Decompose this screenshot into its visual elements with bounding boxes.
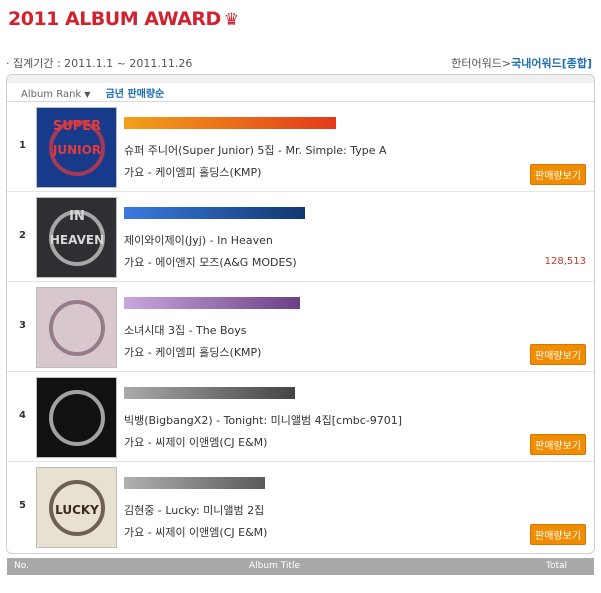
album-cover-art: IN HEAVEN [37,198,116,277]
album-rank-number: 2 [19,230,26,241]
album-title-link[interactable]: 소녀시대 3집 - The Boys [124,322,247,338]
footer-album-title: Album Title [249,561,300,571]
album-genre-label: 가요 - 씨제이 이앤엠(CJ E&M) [124,436,268,449]
album-title-link[interactable]: 슈퍼 주니어(Super Junior) 5집 - Mr. Simple: Ty… [124,142,387,158]
view-sales-button[interactable]: 판매량보기 [530,344,586,365]
view-sales-button[interactable]: 판매량보기 [530,434,586,455]
svg-text:IN: IN [69,209,85,224]
album-title-link[interactable]: 김현중 - Lucky: 미니앨범 2집 [124,502,264,518]
album-list: 1 SUPER JUNIOR 슈퍼 주니어(Super Junior) 5집 -… [7,101,594,551]
footer-total: Total [546,561,568,571]
rank-dropdown-label[interactable]: Album Rank [21,89,81,100]
album-cover-art [37,288,116,367]
sales-bar [124,477,265,489]
sort-option[interactable]: 금년 판매량순 [106,89,165,100]
svg-text:SUPER: SUPER [53,119,101,134]
album-cover-art: SUPER JUNIOR [37,108,116,187]
breadcrumb-current[interactable]: 국내어워드[종합] [511,57,592,70]
svg-text:HEAVEN: HEAVEN [50,233,104,247]
view-sales-button[interactable]: 판매량보기 [530,164,586,185]
footer-no: No. [14,561,29,571]
rank-selector: Album Rank ▼ 금년 판매량순 [21,85,164,100]
sales-bar [124,207,305,219]
album-cover-image[interactable]: SUPER JUNIOR [36,107,117,188]
crown-icon: ♛ [223,10,239,30]
sales-bar [124,117,336,129]
album-row: 2 IN HEAVEN 제이와이제이(Jyj) - In Heaven 가요 -… [7,192,594,282]
album-cover-image[interactable] [36,287,117,368]
view-sales-button[interactable]: 판매량보기 [530,524,586,545]
svg-text:LUCKY: LUCKY [55,503,99,517]
award-title: 2011 ALBUM AWARD ♛ [8,8,239,30]
breadcrumb-separator: > [501,57,512,70]
sales-bar [124,387,295,399]
album-rank-number: 5 [19,500,26,511]
album-cover-art [37,378,116,457]
album-rank-number: 4 [19,410,26,421]
table-footer-header: No. Album Title Total [7,558,594,575]
sales-bar [124,297,300,309]
album-rank-number: 1 [19,140,26,151]
sales-total: 128,513 [544,256,586,267]
album-cover-image[interactable]: LUCKY [36,467,117,548]
period-text: · 집계기간 : 2011.1.1 ~ 2011.11.26 [6,57,193,70]
breadcrumb: 한터어워드>국내어워드[종합] [451,55,592,71]
album-row: 5 LUCKY 김현중 - Lucky: 미니앨범 2집 가요 - 씨제이 이앤… [7,462,594,551]
dropdown-arrow-icon[interactable]: ▼ [84,90,90,99]
album-cover-art: LUCKY [37,468,116,547]
award-title-text: 2011 ALBUM AWARD [8,8,221,30]
album-cover-image[interactable]: IN HEAVEN [36,197,117,278]
breadcrumb-parent[interactable]: 한터어워드 [451,57,502,70]
album-title-link[interactable]: 빅뱅(BigbangX2) - Tonight: 미니앨범 4집[cmbc-97… [124,412,402,428]
album-row: 4 빅뱅(BigbangX2) - Tonight: 미니앨범 4집[cmbc-… [7,372,594,462]
album-cover-image[interactable] [36,377,117,458]
album-genre-label: 가요 - 케이엠피 홀딩스(KMP) [124,346,262,359]
album-row: 1 SUPER JUNIOR 슈퍼 주니어(Super Junior) 5집 -… [7,102,594,192]
album-genre-label: 가요 - 케이엠피 홀딩스(KMP) [124,166,262,179]
album-genre-label: 가요 - 씨제이 이앤엠(CJ E&M) [124,526,268,539]
album-row: 3 소녀시대 3집 - The Boys 가요 - 케이엠피 홀딩스(KMP) … [7,282,594,372]
svg-text:JUNIOR: JUNIOR [52,143,101,157]
album-rank-panel: Album Rank ▼ 금년 판매량순 1 SUPER JUNIOR 슈퍼 주니… [6,74,595,554]
album-rank-number: 3 [19,320,26,331]
album-title-link[interactable]: 제이와이제이(Jyj) - In Heaven [124,232,273,248]
album-genre-label: 가요 - 에이앤지 모즈(A&G MODES) [124,256,297,269]
